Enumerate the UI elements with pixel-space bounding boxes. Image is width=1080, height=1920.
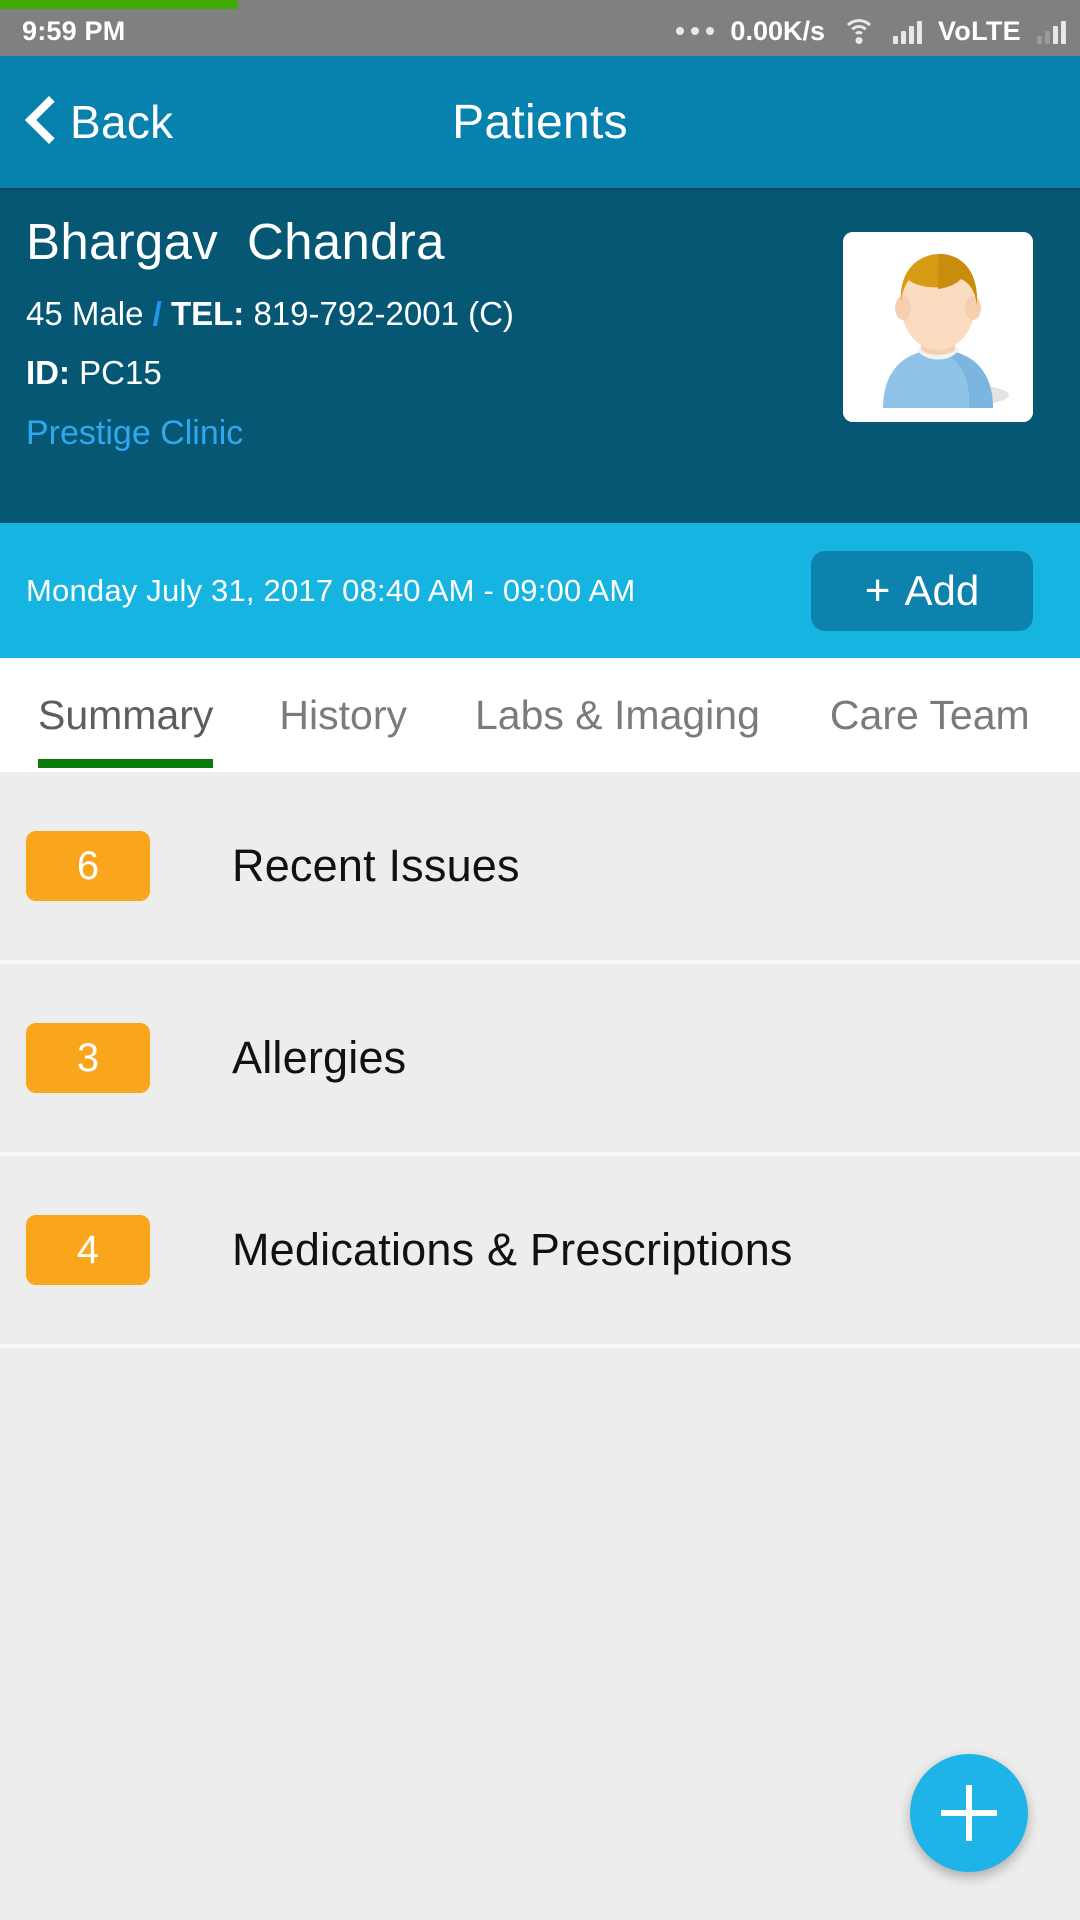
network-label: VoLTE [938, 15, 1021, 46]
tab-active-indicator [38, 759, 214, 768]
tab-bar: Summary History Labs & Imaging Care Team [0, 658, 1080, 772]
patient-age: 45 [26, 295, 63, 332]
tab-care-team[interactable]: Care Team [830, 658, 1030, 772]
list-item-medications-prescriptions[interactable]: 4 Medications & Prescriptions [0, 1156, 1080, 1344]
list-divider [0, 1344, 1080, 1348]
list-item-label: Recent Issues [232, 840, 520, 891]
status-badge: 3 [26, 1023, 150, 1093]
tab-history[interactable]: History [279, 658, 407, 772]
tab-labs-imaging[interactable]: Labs & Imaging [475, 658, 760, 772]
add-appointment-button[interactable]: + Add [811, 551, 1033, 631]
back-button-label: Back [70, 96, 174, 148]
tel-value: 819-792-2001 (C) [253, 295, 514, 332]
patient-gender: Male [71, 295, 144, 332]
tab-summary-label: Summary [38, 691, 214, 738]
list-item-recent-issues[interactable]: 6 Recent Issues [0, 772, 1080, 960]
appointment-datetime: Monday July 31, 2017 08:40 AM - 09:00 AM [26, 572, 636, 608]
tab-summary[interactable]: Summary [38, 658, 214, 772]
status-badge: 6 [26, 831, 150, 901]
top-progress-bar [0, 0, 1080, 9]
tel-label: TEL: [170, 295, 245, 332]
clinic-link[interactable]: Prestige Clinic [26, 414, 806, 453]
tab-history-label: History [279, 691, 407, 738]
app-bar: Back Patients [0, 56, 1080, 188]
progress-fill [0, 0, 238, 9]
id-value: PC15 [79, 354, 162, 391]
back-button[interactable]: Back [0, 95, 173, 149]
tab-care-team-label: Care Team [829, 691, 1030, 738]
id-label: ID: [26, 354, 70, 391]
chevron-left-icon [26, 97, 54, 147]
tab-labs-imaging-label: Labs & Imaging [475, 691, 760, 738]
demographics-separator: / [152, 295, 162, 332]
patient-info: Bhargav Chandra 45 Male / TEL: 819-792-2… [26, 212, 806, 453]
patient-header-card: Bhargav Chandra 45 Male / TEL: 819-792-2… [0, 188, 1080, 523]
status-time: 9:59 PM [22, 15, 126, 46]
avatar [843, 232, 1033, 422]
add-floating-action-button[interactable] [910, 1754, 1028, 1872]
plus-icon: + [864, 566, 891, 615]
signal-bars-icon [893, 18, 922, 44]
appointment-bar: Monday July 31, 2017 08:40 AM - 09:00 AM… [0, 523, 1080, 658]
user-avatar-icon [843, 232, 1033, 422]
signal-bars-icon-secondary [1037, 18, 1066, 44]
list-item-label: Allergies [232, 1032, 407, 1083]
patient-id-line: ID: PC15 [26, 354, 806, 392]
summary-content: 6 Recent Issues 3 Allergies 4 Medication… [0, 772, 1080, 1920]
list-item-label: Medications & Prescriptions [232, 1224, 793, 1275]
patient-demographics: 45 Male / TEL: 819-792-2001 (C) [26, 295, 806, 333]
list-item-allergies[interactable]: 3 Allergies [0, 964, 1080, 1152]
add-button-label: Add [904, 567, 980, 614]
status-icons: 0.00K/s VoLTE [676, 16, 1066, 47]
more-horizontal-icon [676, 27, 715, 35]
wifi-icon [841, 17, 877, 45]
network-speed: 0.00K/s [730, 15, 825, 46]
phone-screen: 9:59 PM 0.00K/s VoLTE Back Patients Bhar… [0, 0, 1080, 1920]
status-badge: 4 [26, 1215, 150, 1285]
patient-name: Bhargav Chandra [26, 213, 445, 270]
